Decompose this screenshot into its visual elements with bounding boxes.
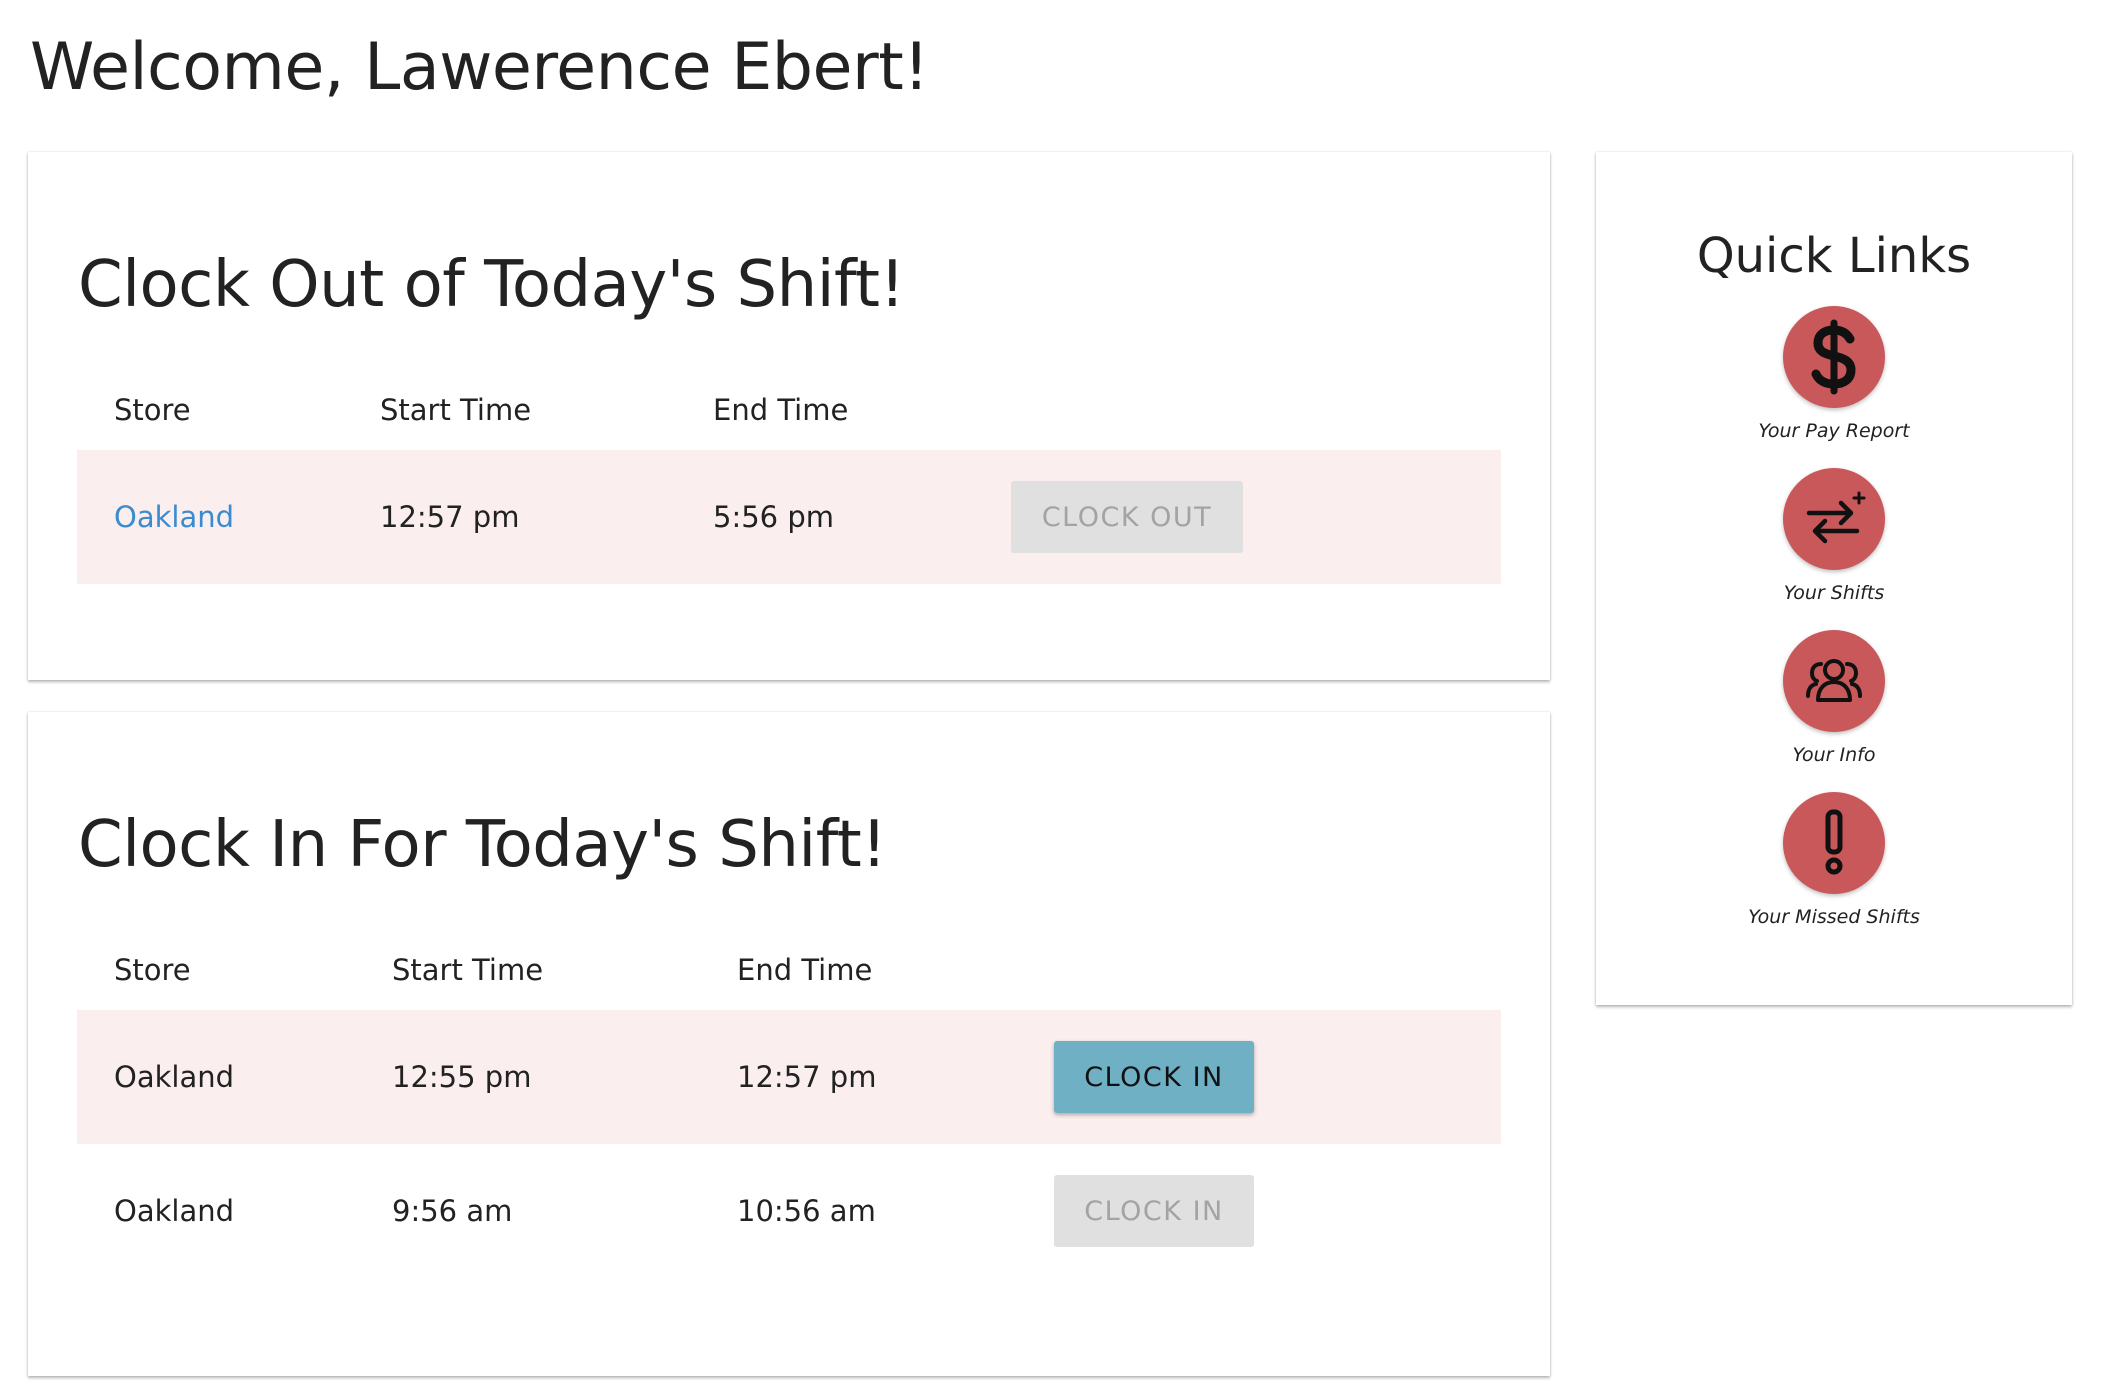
clock-in-button[interactable]: CLOCK IN [1054, 1041, 1254, 1113]
start-time-cell: 9:56 am [392, 1194, 513, 1228]
quick-links-card: Quick Links Your Pay Report Your Shifts [1596, 152, 2072, 1005]
header-end-time: End Time [737, 953, 873, 987]
header-store: Store [114, 393, 191, 427]
clock-out-title: Clock Out of Today's Shift! [78, 248, 905, 322]
exclamation-icon [1783, 792, 1885, 894]
store-link[interactable]: Oakland [114, 500, 234, 534]
quick-link-shifts[interactable]: Your Shifts [1596, 468, 2072, 604]
clock-in-button-disabled[interactable]: CLOCK IN [1054, 1175, 1254, 1247]
store-cell: Oakland [114, 1194, 235, 1228]
clock-out-card: Clock Out of Today's Shift! Store Start … [28, 152, 1550, 680]
clock-in-title: Clock In For Today's Shift! [78, 808, 887, 882]
clock-out-table: Store Start Time End Time Oakland 12:57 … [77, 370, 1501, 584]
clock-in-table: Store Start Time End Time Oakland 12:55 … [77, 930, 1501, 1278]
table-header: Store Start Time End Time [77, 930, 1501, 1010]
quick-link-pay-report[interactable]: Your Pay Report [1596, 306, 2072, 442]
quick-links-title: Quick Links [1696, 228, 1972, 284]
table-row: Oakland 9:56 am 10:56 am CLOCK IN [77, 1144, 1501, 1278]
quick-link-label: Your Info [1792, 744, 1876, 766]
end-time-cell: 10:56 am [737, 1194, 876, 1228]
quick-link-missed-shifts[interactable]: Your Missed Shifts [1596, 792, 2072, 928]
swap-arrows-icon [1783, 468, 1885, 570]
header-start-time: Start Time [380, 393, 532, 427]
table-header: Store Start Time End Time [77, 370, 1501, 450]
welcome-heading: Welcome, Lawerence Ebert! [30, 30, 929, 105]
quick-link-label: Your Missed Shifts [1748, 906, 1920, 928]
table-row: Oakland 12:57 pm 5:56 pm CLOCK OUT [77, 450, 1501, 584]
dollar-icon [1783, 306, 1885, 408]
clock-in-card: Clock In For Today's Shift! Store Start … [28, 712, 1550, 1376]
quick-link-label: Your Pay Report [1758, 420, 1910, 442]
clock-out-button[interactable]: CLOCK OUT [1011, 481, 1243, 553]
end-time-cell: 12:57 pm [737, 1060, 877, 1094]
people-icon [1783, 630, 1885, 732]
store-cell: Oakland [114, 1060, 235, 1094]
start-time-cell: 12:57 pm [380, 500, 520, 534]
header-start-time: Start Time [392, 953, 544, 987]
start-time-cell: 12:55 pm [392, 1060, 532, 1094]
end-time-cell: 5:56 pm [713, 500, 834, 534]
quick-link-label: Your Shifts [1783, 582, 1885, 604]
quick-link-info[interactable]: Your Info [1596, 630, 2072, 766]
table-row: Oakland 12:55 pm 12:57 pm CLOCK IN [77, 1010, 1501, 1144]
header-end-time: End Time [713, 393, 849, 427]
header-store: Store [114, 953, 191, 987]
